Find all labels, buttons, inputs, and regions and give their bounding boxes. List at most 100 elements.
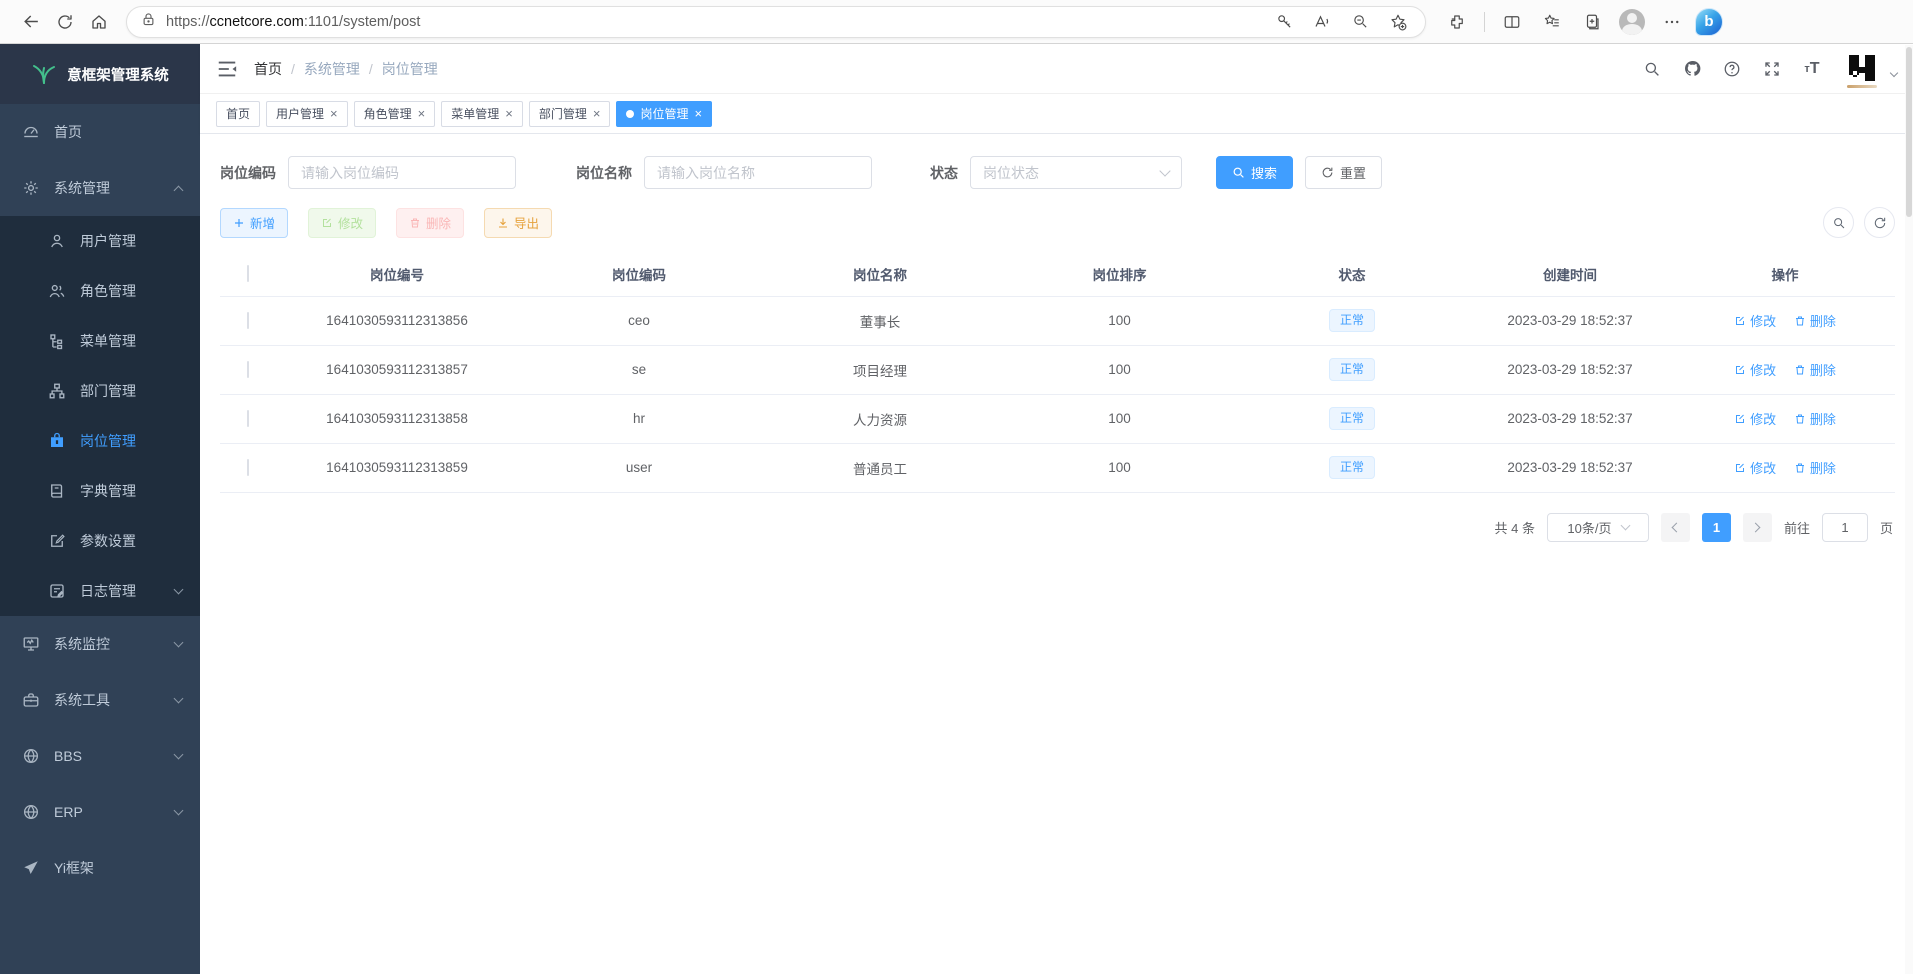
current-page[interactable]: 1: [1702, 513, 1731, 542]
sidebar-item-home[interactable]: 首页: [0, 104, 200, 160]
row-edit-link[interactable]: 修改: [1734, 409, 1776, 428]
zoom-out-icon[interactable]: [1343, 5, 1377, 39]
sidebar-item-departments[interactable]: 部门管理: [0, 366, 200, 416]
close-icon[interactable]: ×: [505, 107, 513, 120]
tab-posts-active[interactable]: 岗位管理×: [616, 101, 712, 127]
chevron-left-icon: [1672, 522, 1682, 532]
table-row[interactable]: 1641030593112313856 ceo 董事长 100 正常 2023-…: [220, 296, 1895, 345]
tab-menus[interactable]: 菜单管理×: [441, 101, 523, 127]
status-label: 状态: [930, 163, 958, 183]
close-icon[interactable]: ×: [418, 107, 426, 120]
browser-back-icon[interactable]: [14, 5, 48, 39]
add-button[interactable]: 新增: [220, 208, 288, 238]
sidebar-item-parameters[interactable]: 参数设置: [0, 516, 200, 566]
row-delete-link[interactable]: 删除: [1794, 409, 1836, 428]
toolbar-divider: [1484, 12, 1485, 32]
edit-button[interactable]: 修改: [308, 208, 376, 238]
pagination-total: 共 4 条: [1495, 518, 1535, 537]
lock-icon[interactable]: [141, 12, 156, 32]
table-row[interactable]: 1641030593112313857 se 项目经理 100 正常 2023-…: [220, 345, 1895, 394]
row-delete-link[interactable]: 删除: [1794, 311, 1836, 330]
browser-menu-icon[interactable]: [1655, 5, 1689, 39]
sidebar-item-yi-framework[interactable]: Yi框架: [0, 840, 200, 896]
github-icon[interactable]: [1677, 54, 1707, 84]
post-name-input[interactable]: [644, 156, 872, 189]
sidebar-item-tools[interactable]: 系统工具: [0, 672, 200, 728]
read-aloud-icon[interactable]: [1305, 5, 1339, 39]
tab-roles[interactable]: 角色管理×: [354, 101, 436, 127]
status-select[interactable]: 岗位状态: [970, 156, 1182, 189]
page-size-select[interactable]: 10条/页: [1547, 513, 1649, 542]
extensions-icon[interactable]: [1440, 5, 1474, 39]
menu-tree-icon: [48, 332, 66, 350]
sidebar-item-bbs[interactable]: BBS: [0, 728, 200, 784]
close-icon[interactable]: ×: [330, 107, 338, 120]
refresh-table-button[interactable]: [1864, 207, 1895, 238]
sidebar-collapse-icon[interactable]: [216, 58, 238, 80]
help-icon[interactable]: [1717, 54, 1747, 84]
search-icon[interactable]: [1637, 54, 1667, 84]
app-logo[interactable]: 意框架管理系统: [0, 44, 200, 104]
prev-page-button[interactable]: [1661, 513, 1690, 542]
table-row[interactable]: 1641030593112313858 hr 人力资源 100 正常 2023-…: [220, 394, 1895, 443]
sidebar-item-logs[interactable]: 日志管理: [0, 566, 200, 616]
split-screen-icon[interactable]: [1495, 5, 1529, 39]
browser-refresh-icon[interactable]: [48, 5, 82, 39]
goto-page-input[interactable]: [1822, 513, 1868, 542]
sidebar-item-roles[interactable]: 角色管理: [0, 266, 200, 316]
edit-icon: [1734, 315, 1746, 327]
next-page-button[interactable]: [1743, 513, 1772, 542]
reset-button[interactable]: 重置: [1305, 156, 1382, 189]
url-text[interactable]: https://ccnetcore.com:1101/system/post: [166, 14, 1267, 30]
tab-home[interactable]: 首页: [216, 101, 260, 127]
table-row[interactable]: 1641030593112313859 user 普通员工 100 正常 202…: [220, 443, 1895, 492]
scrollbar-thumb[interactable]: [1906, 47, 1912, 217]
post-badge-icon: [48, 432, 66, 450]
close-icon[interactable]: ×: [593, 107, 601, 120]
row-edit-link[interactable]: 修改: [1734, 311, 1776, 330]
sidebar-item-system[interactable]: 系统管理: [0, 160, 200, 216]
select-all-checkbox[interactable]: [247, 265, 249, 282]
row-checkbox[interactable]: [247, 361, 249, 378]
post-code-input[interactable]: [288, 156, 516, 189]
log-icon: [48, 582, 66, 600]
password-key-icon[interactable]: [1267, 5, 1301, 39]
address-bar[interactable]: https://ccnetcore.com:1101/system/post: [126, 6, 1426, 38]
favorites-icon[interactable]: [1535, 5, 1569, 39]
collections-icon[interactable]: [1575, 5, 1609, 39]
page-scrollbar[interactable]: [1905, 45, 1913, 974]
font-size-icon[interactable]: тT: [1797, 54, 1827, 84]
bing-chat-icon[interactable]: b: [1695, 8, 1723, 36]
row-checkbox[interactable]: [247, 312, 249, 329]
sidebar-item-menus[interactable]: 菜单管理: [0, 316, 200, 366]
close-icon[interactable]: ×: [694, 107, 702, 120]
dashboard-icon: [22, 123, 40, 141]
tab-users[interactable]: 用户管理×: [266, 101, 348, 127]
page-unit-label: 页: [1880, 518, 1893, 537]
sidebar-item-dictionary[interactable]: 字典管理: [0, 466, 200, 516]
browser-home-icon[interactable]: [82, 5, 116, 39]
user-avatar[interactable]: [1845, 53, 1879, 85]
fullscreen-icon[interactable]: [1757, 54, 1787, 84]
sidebar-item-posts[interactable]: 岗位管理: [0, 416, 200, 466]
show-search-button[interactable]: [1823, 207, 1854, 238]
breadcrumb-home[interactable]: 首页: [254, 59, 282, 79]
col-actions: 操作: [1675, 252, 1895, 296]
export-button[interactable]: 导出: [484, 208, 552, 238]
row-delete-link[interactable]: 删除: [1794, 360, 1836, 379]
sidebar-item-monitor[interactable]: 系统监控: [0, 616, 200, 672]
sidebar-item-users[interactable]: 用户管理: [0, 216, 200, 266]
row-edit-link[interactable]: 修改: [1734, 360, 1776, 379]
status-badge: 正常: [1329, 456, 1375, 480]
row-edit-link[interactable]: 修改: [1734, 458, 1776, 477]
delete-button[interactable]: 删除: [396, 208, 464, 238]
chevron-down-icon[interactable]: [1890, 68, 1898, 76]
add-favorite-icon[interactable]: [1381, 5, 1415, 39]
row-checkbox[interactable]: [247, 459, 249, 476]
row-checkbox[interactable]: [247, 410, 249, 427]
profile-avatar[interactable]: [1615, 5, 1649, 39]
row-delete-link[interactable]: 删除: [1794, 458, 1836, 477]
tab-departments[interactable]: 部门管理×: [529, 101, 611, 127]
sidebar-item-erp[interactable]: ERP: [0, 784, 200, 840]
search-button[interactable]: 搜索: [1216, 156, 1293, 189]
